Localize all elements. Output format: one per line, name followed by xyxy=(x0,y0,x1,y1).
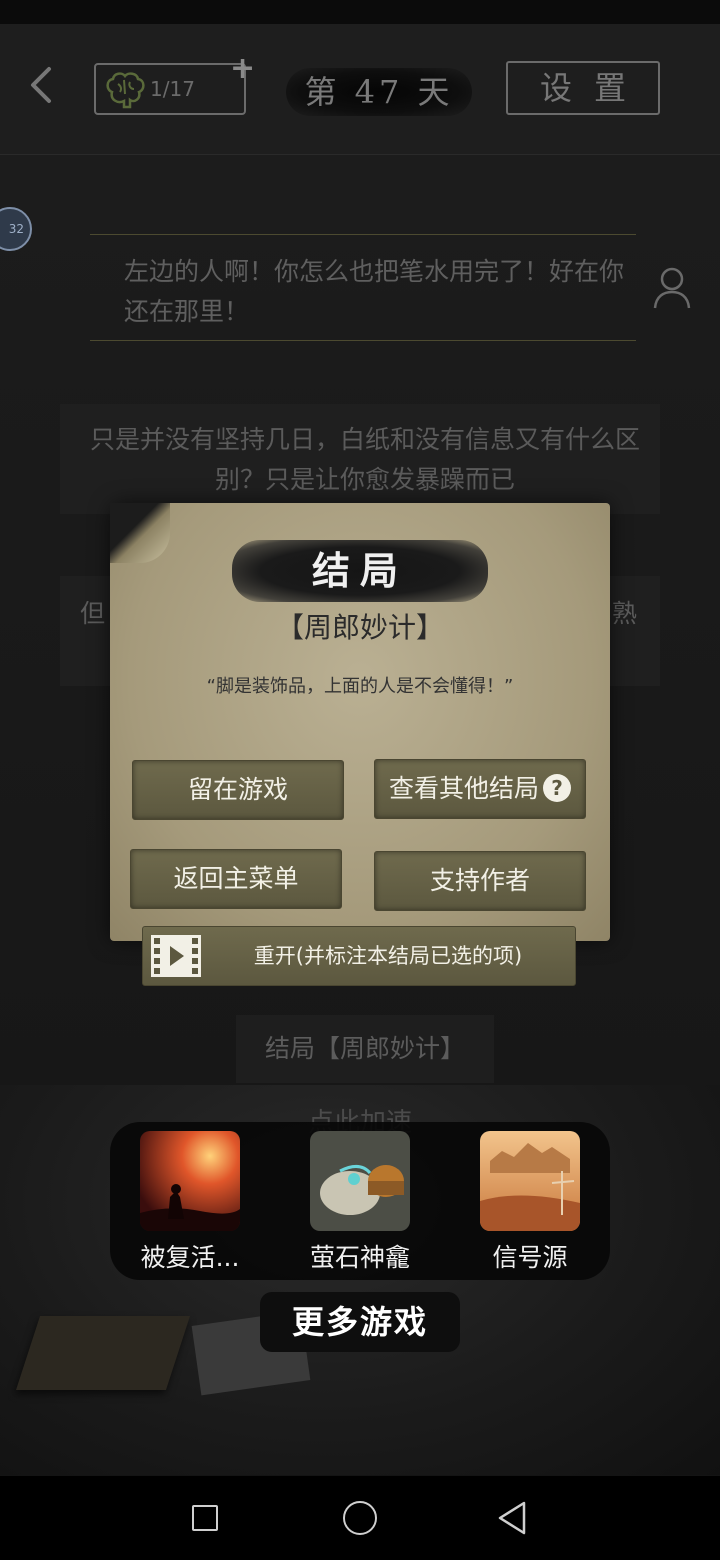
brain-icon xyxy=(106,72,145,109)
day-label: 第 47 天 xyxy=(304,73,454,111)
chat-message: 只是并没有坚持几日，白纸和没有信息又有什么区别？只是让你愈发暴躁而已 xyxy=(89,425,640,494)
divider xyxy=(90,234,636,235)
game-name-1[interactable]: 被复活... xyxy=(110,1238,270,1274)
help-icon: ? xyxy=(543,774,571,802)
notebook-image xyxy=(15,1316,191,1390)
page-curl-decoration xyxy=(110,503,170,563)
meteor-scene-icon xyxy=(140,1131,240,1231)
game-name-3[interactable]: 信号源 xyxy=(450,1238,610,1274)
stay-in-game-button[interactable]: 留在游戏 xyxy=(132,760,344,820)
view-other-endings-label: 查看其他结局 xyxy=(388,774,539,803)
ending-label: 结局【周郎妙计】 xyxy=(264,1034,465,1063)
settings-button[interactable]: 设置 xyxy=(506,61,660,115)
chat-message-fragment: 熟 xyxy=(612,599,638,628)
back-triangle-icon[interactable] xyxy=(496,1500,528,1536)
chat-message-fragment: 但 xyxy=(80,599,106,628)
back-button[interactable] xyxy=(20,60,64,110)
ending-quote: “脚是装饰品，上面的人是不会懂得！” xyxy=(206,676,514,697)
game-thumbnail-2[interactable] xyxy=(310,1131,410,1231)
status-bar xyxy=(0,0,720,24)
main-menu-button[interactable]: 返回主菜单 xyxy=(130,849,342,909)
desert-signal-icon xyxy=(480,1131,580,1231)
recent-apps-icon[interactable] xyxy=(192,1505,218,1531)
game-thumbnail-3[interactable] xyxy=(480,1131,580,1231)
game-name-2[interactable]: 萤石神龕 xyxy=(280,1238,440,1274)
home-icon[interactable] xyxy=(343,1501,377,1535)
video-icon xyxy=(151,935,201,977)
brain-count: 1/17 xyxy=(150,77,195,101)
dialog-title: 结局 xyxy=(311,548,408,593)
view-other-endings-button[interactable]: 查看其他结局? xyxy=(374,759,586,819)
game-thumbnail-1[interactable] xyxy=(140,1131,240,1231)
plus-icon[interactable]: + xyxy=(230,54,255,84)
support-author-button[interactable]: 支持作者 xyxy=(374,851,586,911)
more-games-button[interactable]: 更多游戏 xyxy=(260,1292,460,1352)
restart-label: 重开(并标注本结局已选的项) xyxy=(253,944,523,968)
divider xyxy=(90,340,636,341)
user-icon xyxy=(653,267,691,309)
stone-shrine-icon xyxy=(310,1131,410,1231)
chevron-left-icon xyxy=(31,67,51,103)
ending-name: 【周郎妙计】 xyxy=(275,611,444,644)
chat-message: 左边的人啊！你怎么也把笔水用完了！好在你还在那里！ xyxy=(124,257,625,326)
